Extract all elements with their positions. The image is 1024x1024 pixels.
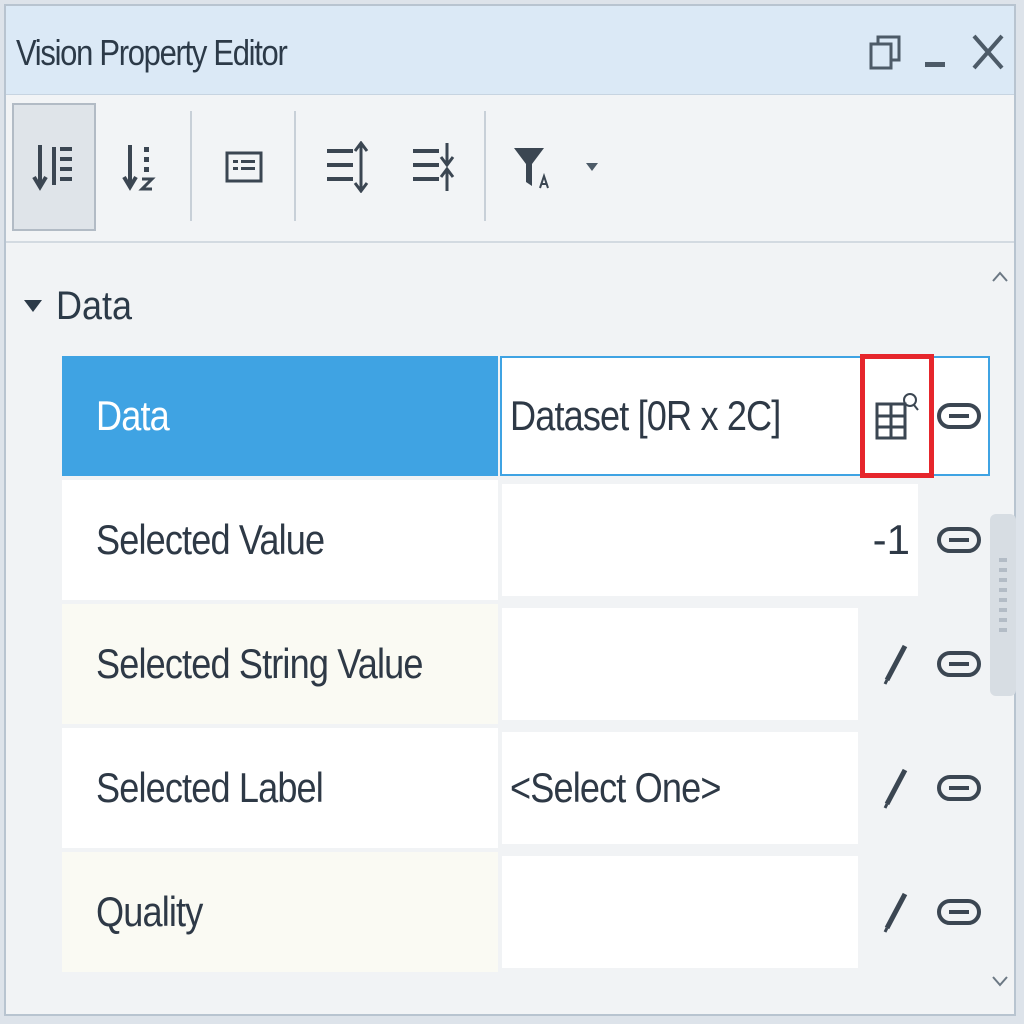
window-title: Vision Property Editor [16,32,288,73]
property-name-cell: Selected Value [62,480,498,600]
property-value-cell[interactable] [502,484,918,596]
property-grid: Data Data Dataset [0R x 2C] Selected Val… [6,244,1016,1010]
property-row-quality[interactable]: Quality [62,852,990,972]
vertical-scrollbar-thumb[interactable] [990,514,1016,696]
pencil-icon [883,892,908,933]
minimize-button[interactable] [918,28,952,76]
link-icon [937,651,981,677]
scroll-down-button[interactable] [988,966,1012,996]
title-bar[interactable]: Vision Property Editor [6,6,1014,95]
pencil-icon [883,644,908,685]
minimize-icon [925,62,945,67]
property-name-cell: Data [62,356,498,476]
property-name: Quality [96,888,203,935]
property-name: Selected String Value [96,640,423,687]
chevron-down-icon [586,163,598,171]
property-value: <Select One> [510,764,721,811]
property-name-cell: Selected Label [62,728,498,848]
binding-button[interactable] [928,480,990,600]
expand-all-button[interactable] [308,103,388,231]
filter-dropdown-button[interactable] [502,103,612,231]
property-value-cell[interactable]: <Select One> [502,732,858,844]
property-name: Data [96,392,170,439]
binding-button[interactable] [928,728,990,848]
property-name-cell: Quality [62,852,498,972]
link-icon [937,899,981,925]
close-icon [972,34,1004,70]
property-pages-button[interactable] [206,103,282,231]
scroll-up-button[interactable] [988,262,1012,292]
toolbar-separator [190,111,192,221]
section-data-header[interactable]: Data [24,276,141,336]
property-row-data[interactable]: Data Dataset [0R x 2C] [62,354,990,478]
expand-all-icon [327,141,369,193]
restore-button[interactable] [866,28,906,76]
restore-icon [869,35,901,70]
toolbar-separator [484,111,486,221]
property-name: Selected Value [96,516,325,563]
expand-triangle-icon [24,300,42,312]
binding-button[interactable] [928,356,990,476]
property-name: Selected Label [96,764,324,811]
link-icon [937,403,981,429]
pencil-icon [883,768,908,809]
sort-alphabetical-button[interactable] [102,103,178,231]
edit-button[interactable] [864,728,928,848]
close-button[interactable] [968,28,1008,76]
property-value-cell[interactable] [502,856,858,968]
property-value[interactable]: -1 [860,480,910,600]
edit-button[interactable] [864,852,928,972]
filter-icon [514,148,549,189]
collapse-all-button[interactable] [394,103,474,231]
binding-button[interactable] [928,852,990,972]
dataset-viewer-icon [875,393,919,440]
toolbar [6,95,1014,243]
property-value: Dataset [0R x 2C] [510,392,781,439]
link-icon [937,527,981,553]
property-row-selected-string-value[interactable]: Selected String Value [62,604,990,724]
toolbar-separator [294,111,296,221]
property-row-selected-label[interactable]: Selected Label <Select One> [62,728,990,848]
chevron-down-icon [992,976,1008,987]
sort-categorized-icon [32,145,72,191]
link-icon [937,775,981,801]
dataset-viewer-button[interactable] [860,354,934,478]
collapse-all-icon [413,143,455,191]
sort-alphabetical-icon [122,145,156,191]
section-label: Data [56,283,133,328]
property-pages-icon [225,151,263,183]
edit-button[interactable] [864,604,928,724]
binding-button[interactable] [928,604,990,724]
property-name-cell: Selected String Value [62,604,498,724]
property-value-cell[interactable] [502,608,858,720]
scroll-grip [999,558,1007,638]
property-editor-panel: Vision Property Editor Data Data Dataset… [4,4,1016,1016]
chevron-up-icon [992,271,1008,282]
sort-categorized-button[interactable] [12,103,96,231]
property-row-selected-value[interactable]: Selected Value -1 [62,480,990,600]
